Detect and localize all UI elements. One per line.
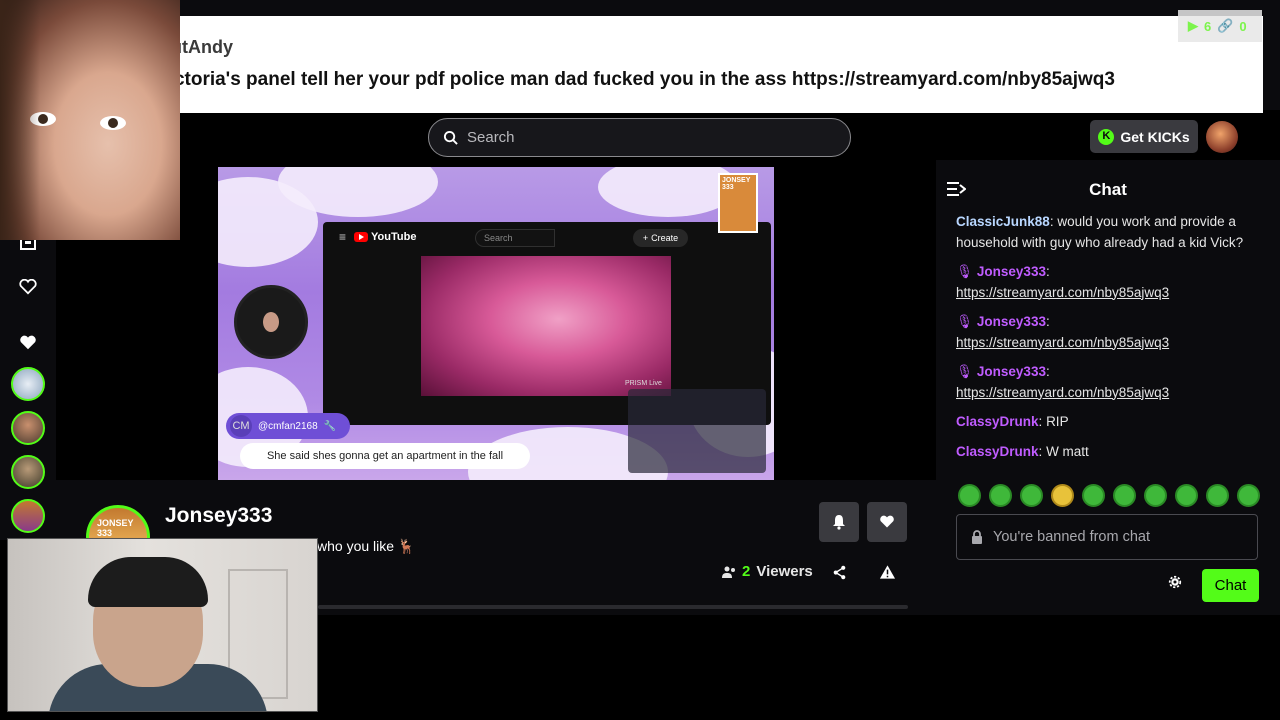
webcam-overlay-bottom [7,538,318,712]
chat-message: ClassicJunk88: would you work and provid… [956,214,1244,250]
watch-count: 6 [1204,18,1212,34]
stream-video[interactable]: ≡ YouTube Search + Create PRISM Live JONS… [218,167,774,480]
user-avatar[interactable] [1206,121,1238,153]
emote-icon[interactable] [1051,484,1074,507]
emote-icon[interactable] [1206,484,1229,507]
broadcaster-mic-icon: 🎙 [956,364,974,379]
emote-icon[interactable] [1144,484,1167,507]
emote-icon[interactable] [989,484,1012,507]
yt-live-label: PRISM Live [625,380,662,387]
overlay-stats: ▶ 6 🔗 0 [1178,10,1262,42]
sidebar-channel-avatar[interactable] [11,411,45,445]
chat-send-button[interactable]: Chat [1202,569,1259,602]
emote-bar [958,484,1260,507]
link-count: 0 [1239,18,1247,34]
sidebar-following-heart-icon[interactable] [10,269,46,305]
lock-icon [972,530,982,544]
yt-search-input: Search [475,229,555,247]
emote-icon[interactable] [1237,484,1260,507]
report-warning-icon[interactable] [879,564,896,585]
commenter-avatar: CM [230,415,252,437]
embedded-chat-overlay [628,389,766,473]
chat-link[interactable]: https://streamyard.com/nby85ajwq3 [956,385,1169,400]
emote-icon[interactable] [1113,484,1136,507]
chat-link[interactable]: https://streamyard.com/nby85ajwq3 [956,335,1169,350]
emote-icon[interactable] [1175,484,1198,507]
chat-message: ClassyDrunk: RIP [956,414,1069,429]
play-icon: ▶ [1188,18,1198,33]
viewers-number: 2 [742,563,751,580]
notification-message: Join Victoria's panel tell her your pdf … [112,69,1115,90]
emote-icon[interactable] [958,484,981,507]
broadcaster-mic-icon: 🎙 [956,314,974,329]
chat-input-banned[interactable]: You're banned from chat [956,514,1258,560]
get-kicks-label: Get KICKs [1120,128,1190,145]
chat-messages: ClassicJunk88: would you work and provid… [956,212,1266,471]
chat-message: 🎙 Jonsey333: https://streamyard.com/nby8… [956,364,1170,400]
chat-text: RIP [1046,414,1069,429]
heart-icon [880,515,894,528]
guest-cam-circle [234,285,308,359]
search-bar[interactable]: Search [428,118,851,157]
chat-link[interactable]: https://streamyard.com/nby85ajwq3 [956,285,1169,300]
viewers-icon [722,566,735,578]
chat-username[interactable]: Jonsey333 [977,314,1046,329]
viewer-count: 2 Viewers [722,563,813,580]
follow-heart-button[interactable] [867,502,907,542]
yt-create-button: + Create [633,229,688,247]
commenter-pill: CM @cmfan2168 🔧 [226,413,350,439]
divider [318,605,908,609]
wrench-icon: 🔧 [323,420,337,432]
sidebar-channel-avatar[interactable] [11,455,45,489]
viewers-label: Viewers [756,563,813,580]
chat-username[interactable]: Jonsey333 [977,364,1046,379]
chat-settings-gear-icon[interactable] [1168,575,1182,594]
stream-title: who you like 🦌 [317,538,416,554]
youtube-video-frame [421,256,671,396]
search-icon [443,130,458,145]
chat-notification-banner: BlackoutAndy Join Victoria's panel tell … [16,16,1263,113]
emote-icon[interactable] [1020,484,1043,507]
emote-icon[interactable] [1082,484,1105,507]
webcam-overlay-top [0,0,180,240]
chat-username[interactable]: Jonsey333 [977,264,1046,279]
chat-title: Chat [1089,180,1127,199]
video-caption: She said shes gonna get an apartment in … [240,443,530,469]
chat-username[interactable]: ClassyDrunk [956,444,1039,459]
chat-username[interactable]: ClassyDrunk [956,414,1039,429]
sidebar-channel-avatar[interactable] [11,499,45,533]
chat-message: ClassyDrunk: W matt [956,443,1089,459]
kicks-coin-icon [1098,128,1115,145]
commenter-name: @cmfan2168 [258,420,318,432]
broadcaster-mic-icon: 🎙 [956,264,974,279]
sidebar-following-filled-heart-icon[interactable] [10,325,46,361]
bell-icon [833,515,845,530]
chat-message: 🎙 Jonsey333: https://streamyard.com/nby8… [956,314,1170,350]
sidebar-channel-avatar[interactable] [11,367,45,401]
chat-panel: Chat ClassicJunk88: would you work and p… [936,160,1280,615]
banned-text: You're banned from chat [993,529,1151,545]
get-kicks-button[interactable]: Get KICKs [1090,120,1198,153]
chat-text: W matt [1046,443,1089,459]
share-icon[interactable] [832,565,847,585]
channel-badge: JONSEY 333 [718,173,758,233]
chat-message: 🎙 Jonsey333: https://streamyard.com/nby8… [956,264,1170,300]
notification-bell-button[interactable] [819,502,859,542]
streamer-name[interactable]: Jonsey333 [165,504,272,528]
chat-username[interactable]: ClassicJunk88 [956,214,1050,229]
search-placeholder: Search [467,129,515,146]
youtube-logo: YouTube [354,231,416,243]
yt-menu-icon: ≡ [339,230,347,244]
link-icon: 🔗 [1217,18,1234,33]
